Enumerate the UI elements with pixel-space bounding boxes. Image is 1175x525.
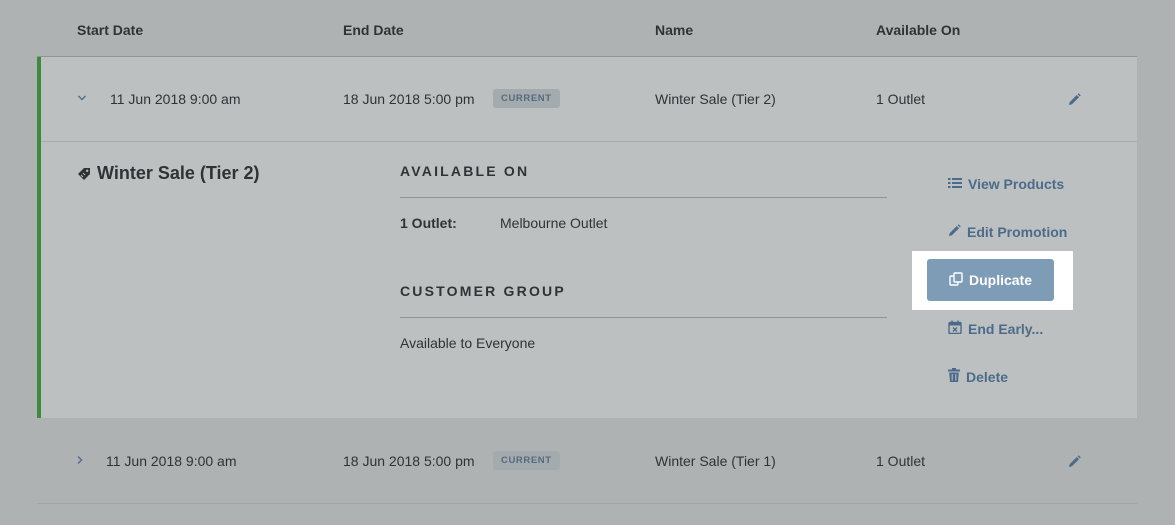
list-icon [948,176,962,192]
pencil-icon [948,224,961,240]
row-name: Winter Sale (Tier 2) [655,91,776,107]
chevron-down-icon[interactable] [77,91,87,106]
calendar-x-icon [948,320,962,337]
copy-icon [949,271,963,289]
trash-icon [948,368,960,385]
chevron-right-icon[interactable] [75,453,85,468]
status-badge: CURRENT [493,451,560,470]
edit-promotion-label: Edit Promotion [967,224,1068,240]
row-start-date: 11 Jun 2018 9:00 am [106,453,237,469]
row-divider [37,141,1137,142]
end-early-label: End Early... [968,320,1044,337]
customer-group-value: Available to Everyone [400,335,536,351]
active-row-indicator [37,57,41,418]
column-header-name[interactable]: Name [655,22,693,38]
column-header-available-on[interactable]: Available On [876,22,960,38]
edit-promotion-link[interactable]: Edit Promotion [948,224,1067,240]
row-start-date: 11 Jun 2018 9:00 am [110,91,241,107]
section-divider [400,317,887,318]
status-badge: CURRENT [493,89,560,108]
row-available-on: 1 Outlet [876,453,926,469]
customer-group-heading: CUSTOMER GROUP [400,283,566,299]
row-end-date: 18 Jun 2018 5:00 pm [343,91,475,107]
tag-icon [77,166,92,186]
view-products-label: View Products [968,176,1065,192]
row-name: Winter Sale (Tier 1) [655,453,776,469]
column-header-end-date[interactable]: End Date [343,22,404,38]
row-available-on: 1 Outlet [876,91,926,107]
delete-link[interactable]: Delete [948,368,1008,385]
promotion-title: Winter Sale (Tier 2) [97,163,260,183]
duplicate-button[interactable]: Duplicate [927,259,1054,301]
edit-pencil-icon[interactable] [1068,93,1081,106]
edit-pencil-icon[interactable] [1068,455,1081,468]
outlet-name: Melbourne Outlet [500,215,608,231]
column-header-start-date[interactable]: Start Date [77,22,143,38]
duplicate-label: Duplicate [968,272,1032,288]
delete-label: Delete [966,368,1009,385]
view-products-link[interactable]: View Products [948,176,1064,192]
row-end-date: 18 Jun 2018 5:00 pm [343,453,475,469]
end-early-link[interactable]: End Early... [948,320,1043,337]
section-divider [400,197,887,198]
available-on-heading: AVAILABLE ON [400,163,530,179]
row-divider [37,503,1137,504]
outlet-count-label: 1 Outlet: [400,215,457,231]
